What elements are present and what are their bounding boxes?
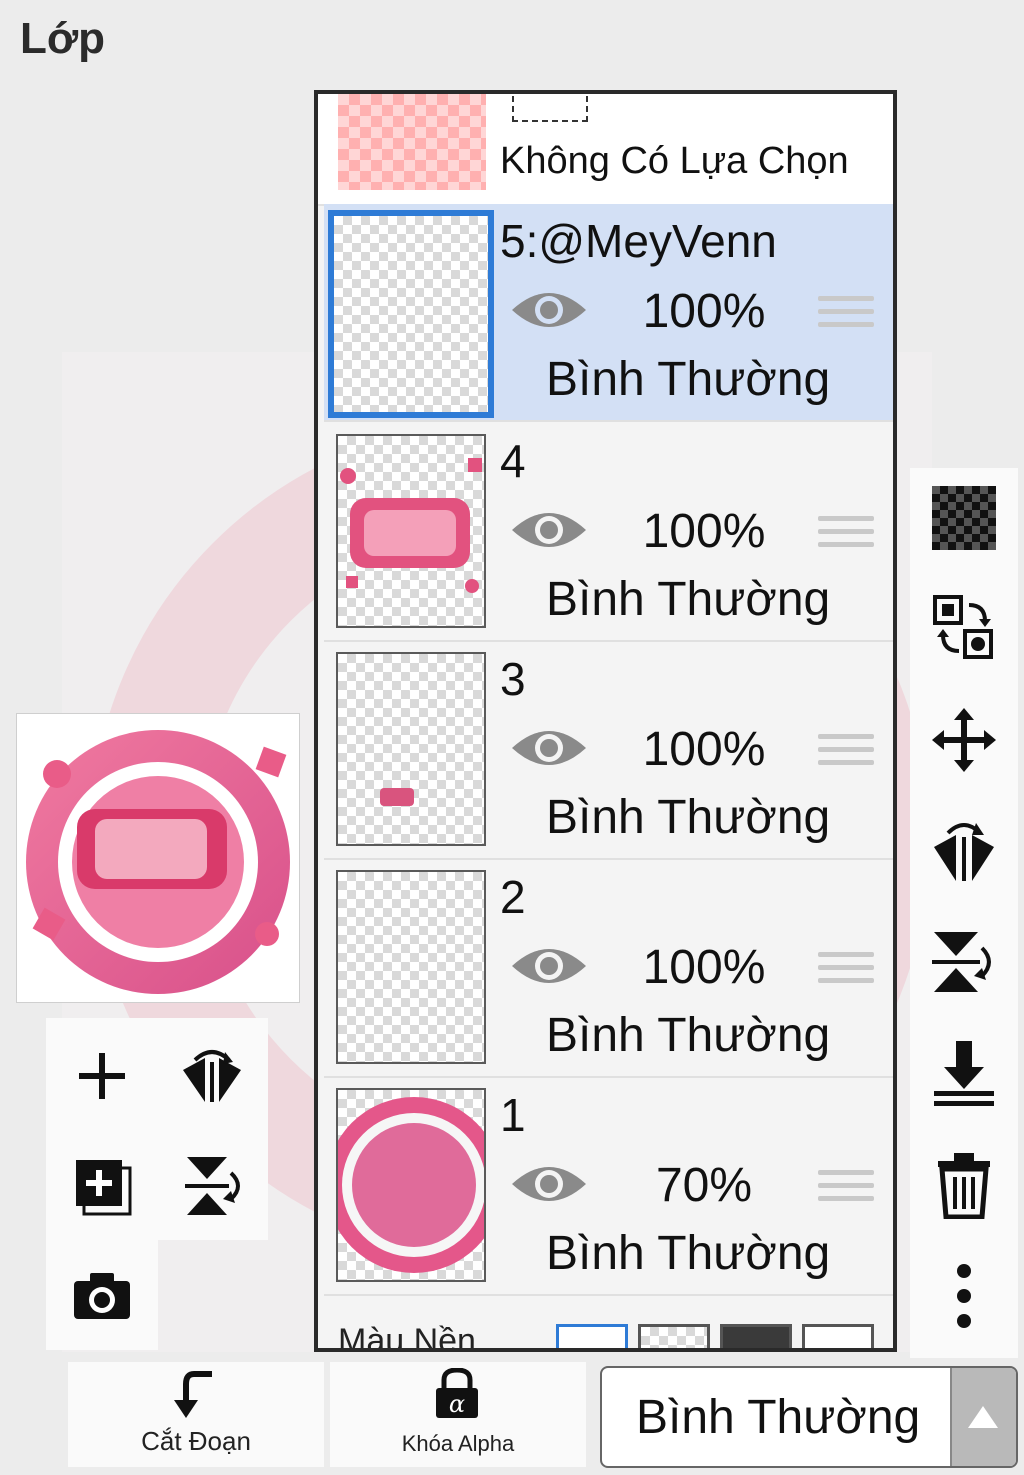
move-icon[interactable] xyxy=(928,704,1000,776)
layer-row-3[interactable]: 3 100% Bình Thường xyxy=(324,642,893,860)
drag-handle-icon[interactable] xyxy=(818,734,874,773)
layer-thumbnail xyxy=(336,870,486,1064)
eye-icon[interactable] xyxy=(510,284,588,336)
layer-row-1[interactable]: 1 70% Bình Thường xyxy=(324,1078,893,1296)
layer-name: 1 xyxy=(500,1089,526,1141)
drag-handle-icon[interactable] xyxy=(818,296,874,335)
add-layer-icon[interactable] xyxy=(62,1146,142,1226)
more-icon[interactable] xyxy=(928,1260,1000,1332)
layer-blend-mode: Bình Thường xyxy=(546,353,831,406)
layer-thumbnail xyxy=(336,652,486,846)
right-toolbar xyxy=(910,468,1018,1358)
layer-name: 3 xyxy=(500,653,526,705)
selection-label: Không Có Lựa Chọn xyxy=(500,140,849,182)
layer-art-icon xyxy=(340,458,482,593)
layer-row-4[interactable]: 4 100% Bình Thường xyxy=(324,424,893,642)
flip-horizontal-icon[interactable] xyxy=(172,1036,252,1116)
flip-vertical-icon[interactable] xyxy=(172,1146,252,1226)
layer-thumbnail xyxy=(336,1088,486,1282)
layer-opacity[interactable]: 100% xyxy=(624,940,784,995)
page-title: Lớp xyxy=(20,14,106,63)
layer-thumbnail xyxy=(336,434,486,628)
background-color-label: Màu Nền xyxy=(338,1322,476,1352)
merge-down-icon[interactable] xyxy=(928,1038,1000,1110)
eye-icon[interactable] xyxy=(510,722,588,774)
clip-arrow-icon xyxy=(174,1371,212,1418)
trash-icon[interactable] xyxy=(928,1150,1000,1222)
add-icon[interactable] xyxy=(62,1036,142,1116)
selection-marquee-icon xyxy=(512,96,588,122)
eye-icon[interactable] xyxy=(510,1158,588,1210)
layer-blend-mode: Bình Thường xyxy=(546,1009,831,1062)
layer-name: 4 xyxy=(500,435,526,487)
selection-layer-row[interactable]: Không Có Lựa Chọn xyxy=(318,94,893,206)
layer-blend-mode: Bình Thường xyxy=(546,791,831,844)
layer-opacity[interactable]: 100% xyxy=(624,722,784,777)
layer-name: 2 xyxy=(500,871,526,923)
layer-panel: Không Có Lựa Chọn 5:@MeyVenn 100% Bình T… xyxy=(314,90,897,1352)
checker-icon[interactable] xyxy=(928,482,1000,554)
alpha-lock-label: Khóa Alpha xyxy=(401,1431,515,1456)
canvas-preview[interactable] xyxy=(16,713,300,1003)
layer-blend-mode: Bình Thường xyxy=(546,573,831,626)
background-color-row: Màu Nền xyxy=(318,1302,893,1352)
flip-vertical-icon[interactable] xyxy=(928,926,1000,998)
bg-swatch-dark[interactable] xyxy=(720,1324,792,1348)
layer-art-icon xyxy=(380,788,414,806)
layer-thumbnail xyxy=(328,210,494,418)
selection-thumbnail xyxy=(338,94,486,190)
clip-label: Cắt Đoạn xyxy=(141,1426,251,1456)
layer-opacity[interactable]: 100% xyxy=(624,284,784,339)
drag-handle-icon[interactable] xyxy=(818,1170,874,1209)
layer-blend-mode: Bình Thường xyxy=(546,1227,831,1280)
blend-mode-value: Bình Thường xyxy=(636,1391,921,1444)
drag-handle-icon[interactable] xyxy=(818,516,874,555)
preview-artwork-icon xyxy=(26,730,290,994)
svg-text:α: α xyxy=(449,1390,465,1418)
bg-swatch-none[interactable] xyxy=(802,1324,874,1348)
layer-row-2[interactable]: 2 100% Bình Thường xyxy=(324,860,893,1078)
blend-mode-select[interactable]: Bình Thường xyxy=(600,1366,1018,1468)
layer-opacity[interactable]: 70% xyxy=(624,1158,784,1213)
layer-name: 5:@MeyVenn xyxy=(500,215,777,267)
alpha-lock-button[interactable]: α Khóa Alpha xyxy=(330,1362,586,1467)
chevron-up-icon[interactable] xyxy=(950,1368,1016,1466)
layer-opacity[interactable]: 100% xyxy=(624,504,784,559)
bg-swatch-checker[interactable] xyxy=(638,1324,710,1348)
eye-icon[interactable] xyxy=(510,940,588,992)
alpha-lock-icon: α xyxy=(436,1368,478,1418)
camera-icon[interactable] xyxy=(62,1256,142,1336)
flip-horizontal-icon[interactable] xyxy=(928,816,1000,888)
eye-icon[interactable] xyxy=(510,504,588,556)
drag-handle-icon[interactable] xyxy=(818,952,874,991)
swap-icon[interactable] xyxy=(928,592,1000,664)
bg-swatch-white[interactable] xyxy=(556,1324,628,1348)
layer-row-5[interactable]: 5:@MeyVenn 100% Bình Thường xyxy=(324,204,893,422)
layer-art-icon xyxy=(338,1097,484,1273)
clip-button[interactable]: Cắt Đoạn xyxy=(68,1362,324,1467)
